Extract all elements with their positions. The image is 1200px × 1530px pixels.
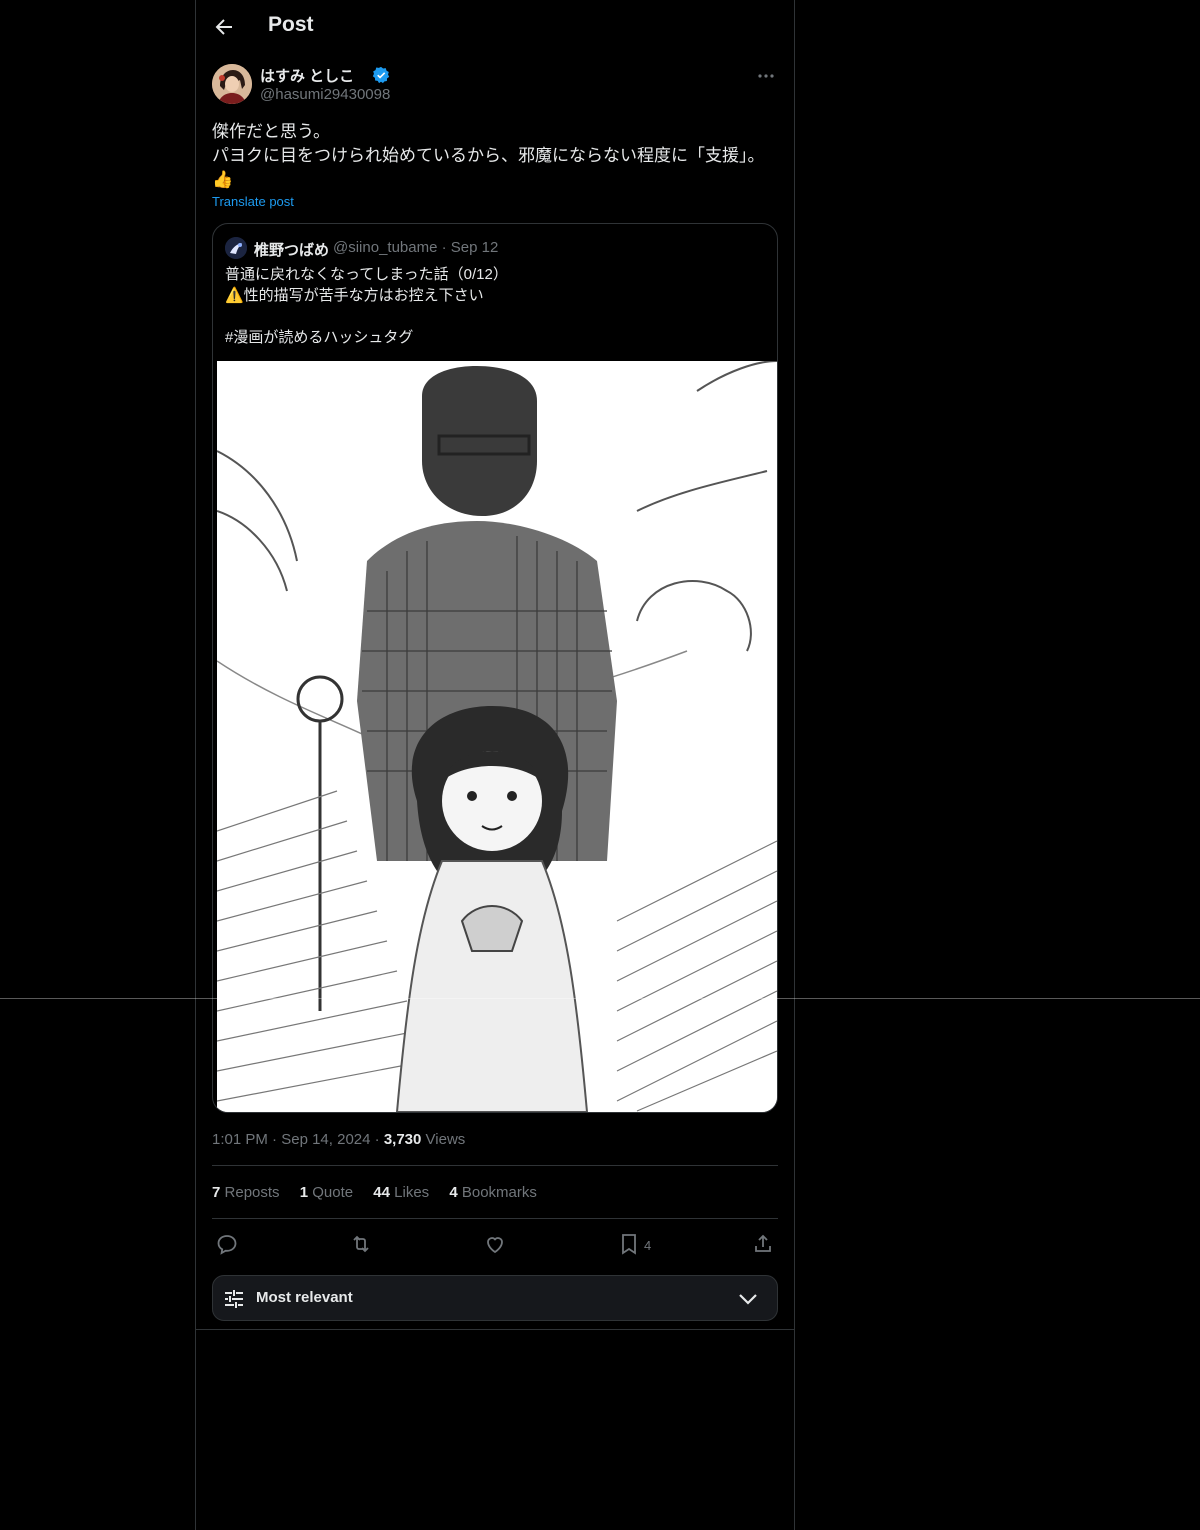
post-date[interactable]: Sep 14, 2024 (281, 1131, 370, 1148)
author-avatar[interactable] (212, 64, 252, 104)
bookmark-button[interactable]: 4 (617, 1232, 651, 1256)
post-author: はすみ としこ @hasumi29430098 (212, 64, 778, 108)
chevron-down-icon (737, 1288, 759, 1310)
share-icon[interactable] (751, 1232, 775, 1256)
likes-count: 44 (373, 1184, 390, 1201)
reply-icon[interactable] (215, 1232, 239, 1256)
reposts-count: 7 (212, 1184, 221, 1201)
post-text: 傑作だと思う。 パヨクに目をつけられ始めているから、邪魔にならない程度に「支援」… (212, 120, 778, 192)
views-label: Views (425, 1131, 466, 1148)
separator: · (374, 1131, 380, 1148)
sliders-icon (223, 1288, 245, 1310)
divider (196, 1329, 794, 1330)
quotes-stat[interactable]: 1 Quote (300, 1184, 353, 1201)
post-meta: 1:01 PM · Sep 14, 2024 · 3,730 Views (212, 1131, 465, 1148)
quoted-text-line (225, 306, 765, 327)
more-options-icon[interactable] (756, 66, 776, 86)
post-stats: 7 Reposts 1 Quote 44 Likes 4 Bookmarks (212, 1184, 553, 1201)
top-bar: Post (196, 0, 794, 55)
separator: · (272, 1131, 278, 1148)
reposts-label: Reposts (224, 1184, 280, 1201)
bookmark-action-count: 4 (644, 1238, 652, 1253)
action-bar: 4 (212, 1228, 778, 1260)
post-text-line: パヨクに目をつけられ始めているから、邪魔にならない程度に「支援」。 (212, 146, 765, 165)
quoted-author-handle: @siino_tubame (333, 239, 438, 256)
likes-stat[interactable]: 44 Likes (373, 1184, 429, 1201)
quoted-post[interactable]: 椎野つばめ @siino_tubame · Sep 12 普通に戻れなくなってし… (212, 223, 778, 1113)
post-time[interactable]: 1:01 PM (212, 1131, 268, 1148)
quoted-text-line: ⚠️性的描写が苦手な方はお控え下さい (225, 287, 484, 304)
reposts-stat[interactable]: 7 Reposts (212, 1184, 280, 1201)
main-column: Post はすみ としこ @hasumi29430098 傑作だと思う。 パヨク… (195, 0, 795, 1530)
quoted-author-meta: @siino_tubame · Sep 12 (333, 239, 498, 256)
quotes-count: 1 (299, 1184, 309, 1201)
author-name[interactable]: はすみ としこ (260, 65, 354, 86)
quoted-post-image[interactable] (216, 360, 777, 1112)
divider (212, 1218, 778, 1219)
likes-label: Likes (394, 1184, 430, 1201)
translate-post-link[interactable]: Translate post (212, 194, 294, 209)
author-handle[interactable]: @hasumi29430098 (260, 86, 390, 103)
views-count: 3,730 (383, 1131, 422, 1148)
bookmarks-stat[interactable]: 4 Bookmarks (449, 1184, 537, 1201)
bookmarks-count: 4 (449, 1184, 458, 1201)
post-text-line: 傑作だと思う。 (212, 122, 330, 141)
screen-divider-line (0, 998, 1200, 999)
divider (212, 1165, 778, 1166)
repost-icon[interactable] (349, 1232, 373, 1256)
quoted-hashtag[interactable]: #漫画が読めるハッシュタグ (225, 327, 765, 348)
quoted-author-name: 椎野つばめ (254, 242, 330, 259)
like-icon[interactable] (483, 1232, 507, 1256)
page-title: Post (268, 13, 314, 36)
sort-label: Most relevant (256, 1289, 353, 1306)
quoted-post-date: Sep 12 (450, 239, 499, 256)
quoted-text-line: 普通に戻れなくなってしまった話（0/12） (225, 266, 508, 283)
quotes-label: Quote (312, 1184, 354, 1201)
separator: · (441, 239, 447, 256)
quoted-author-avatar (225, 237, 247, 259)
quoted-post-text: 普通に戻れなくなってしまった話（0/12） ⚠️性的描写が苦手な方はお控え下さい… (225, 264, 765, 348)
bookmarks-label: Bookmarks (461, 1184, 537, 1201)
post-text-line: 👍 (212, 170, 234, 189)
verified-badge-icon (372, 66, 390, 84)
back-arrow-icon[interactable] (212, 15, 236, 39)
bookmark-icon (622, 1234, 636, 1255)
reply-sort-dropdown[interactable]: Most relevant (212, 1275, 778, 1321)
